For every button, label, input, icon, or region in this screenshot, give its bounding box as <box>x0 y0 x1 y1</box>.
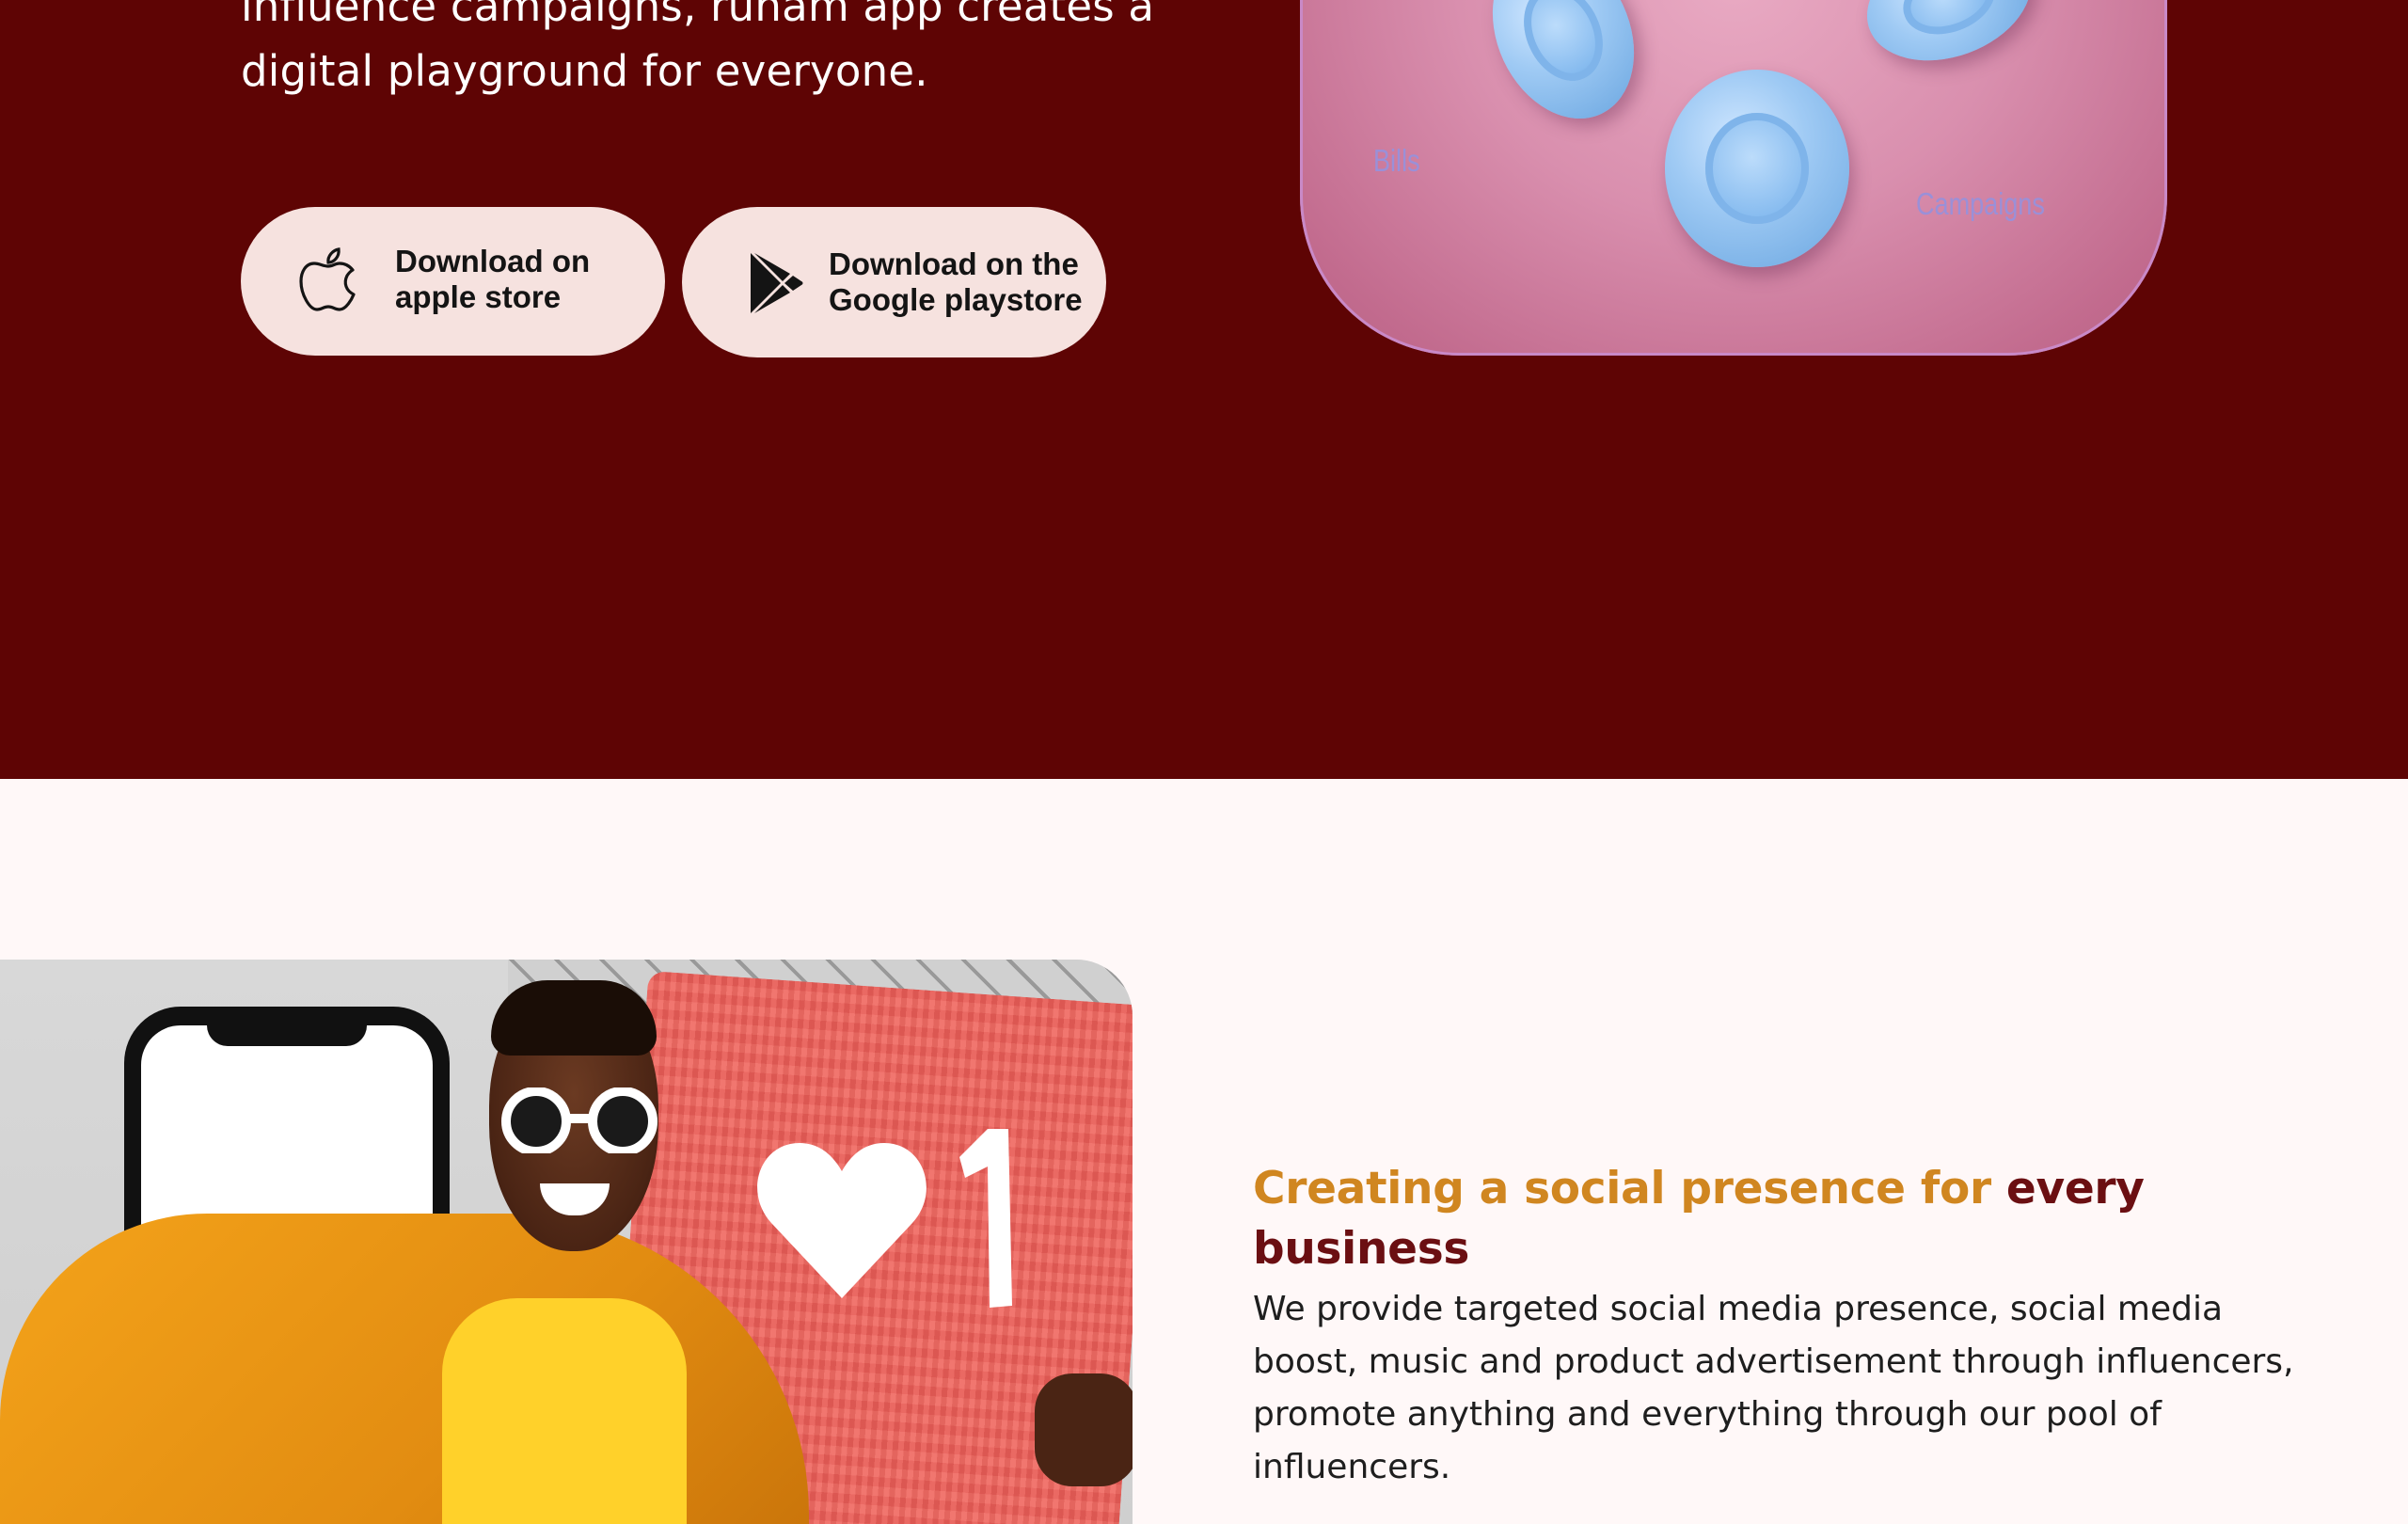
google-button-line2: Google playstore <box>829 282 1083 317</box>
apple-store-button-label: Download on apple store <box>395 244 590 315</box>
app-showcase-image: Bills Campaigns <box>1300 0 2167 356</box>
hero-intro-text: influence campaigns, runam app creates a… <box>241 0 1155 103</box>
feature-description-line: We provide targeted social media presenc… <box>1253 1290 2224 1328</box>
feature-description-line: influencers. <box>1253 1448 1451 1486</box>
apple-button-line1: Download on <box>395 244 591 278</box>
feature-copy: Creating a social presence for every bus… <box>1253 1159 2294 1494</box>
google-playstore-download-button[interactable]: Download on the Google playstore <box>682 207 1106 357</box>
feature-title: Creating a social presence for every bus… <box>1253 1159 2231 1279</box>
feature-title-line2: business <box>1253 1223 1470 1275</box>
phone-notch <box>207 1022 367 1046</box>
ring-decoration <box>1465 0 1661 142</box>
apple-icon <box>297 245 359 314</box>
ring-decoration <box>1665 70 1849 267</box>
like-count-one <box>959 1129 1012 1308</box>
apple-button-line2: apple store <box>395 279 562 314</box>
heart-icon <box>757 1143 927 1298</box>
google-store-button-label: Download on the Google playstore <box>829 246 1083 318</box>
google-button-line1: Download on the <box>829 246 1079 281</box>
google-play-icon <box>744 248 806 318</box>
person-hair <box>491 980 657 1056</box>
hero-intro-line: digital playground for everyone. <box>241 46 928 96</box>
campaigns-label: Campaigns <box>1916 186 2045 221</box>
sunglasses-icon <box>501 1087 657 1153</box>
hero-section: influence campaigns, runam app creates a… <box>0 0 2408 779</box>
influencer-photo <box>0 960 1133 1524</box>
feature-title-accent: Creating a social presence for <box>1253 1163 1991 1214</box>
apple-store-download-button[interactable]: Download on apple store <box>241 207 665 356</box>
hero-intro-line: influence campaigns, runam app creates a <box>241 0 1155 31</box>
feature-title-dark-word: every <box>2005 1163 2145 1214</box>
feature-description: We provide targeted social media presenc… <box>1253 1283 2294 1494</box>
feature-description-line: promote anything and everything through … <box>1253 1395 2162 1434</box>
yellow-shirt <box>442 1298 687 1524</box>
hand <box>1035 1373 1133 1486</box>
feature-description-line: boost, music and product advertisement t… <box>1253 1342 2294 1381</box>
ring-decoration <box>1849 0 2049 83</box>
bills-label: Bills <box>1373 143 1420 178</box>
